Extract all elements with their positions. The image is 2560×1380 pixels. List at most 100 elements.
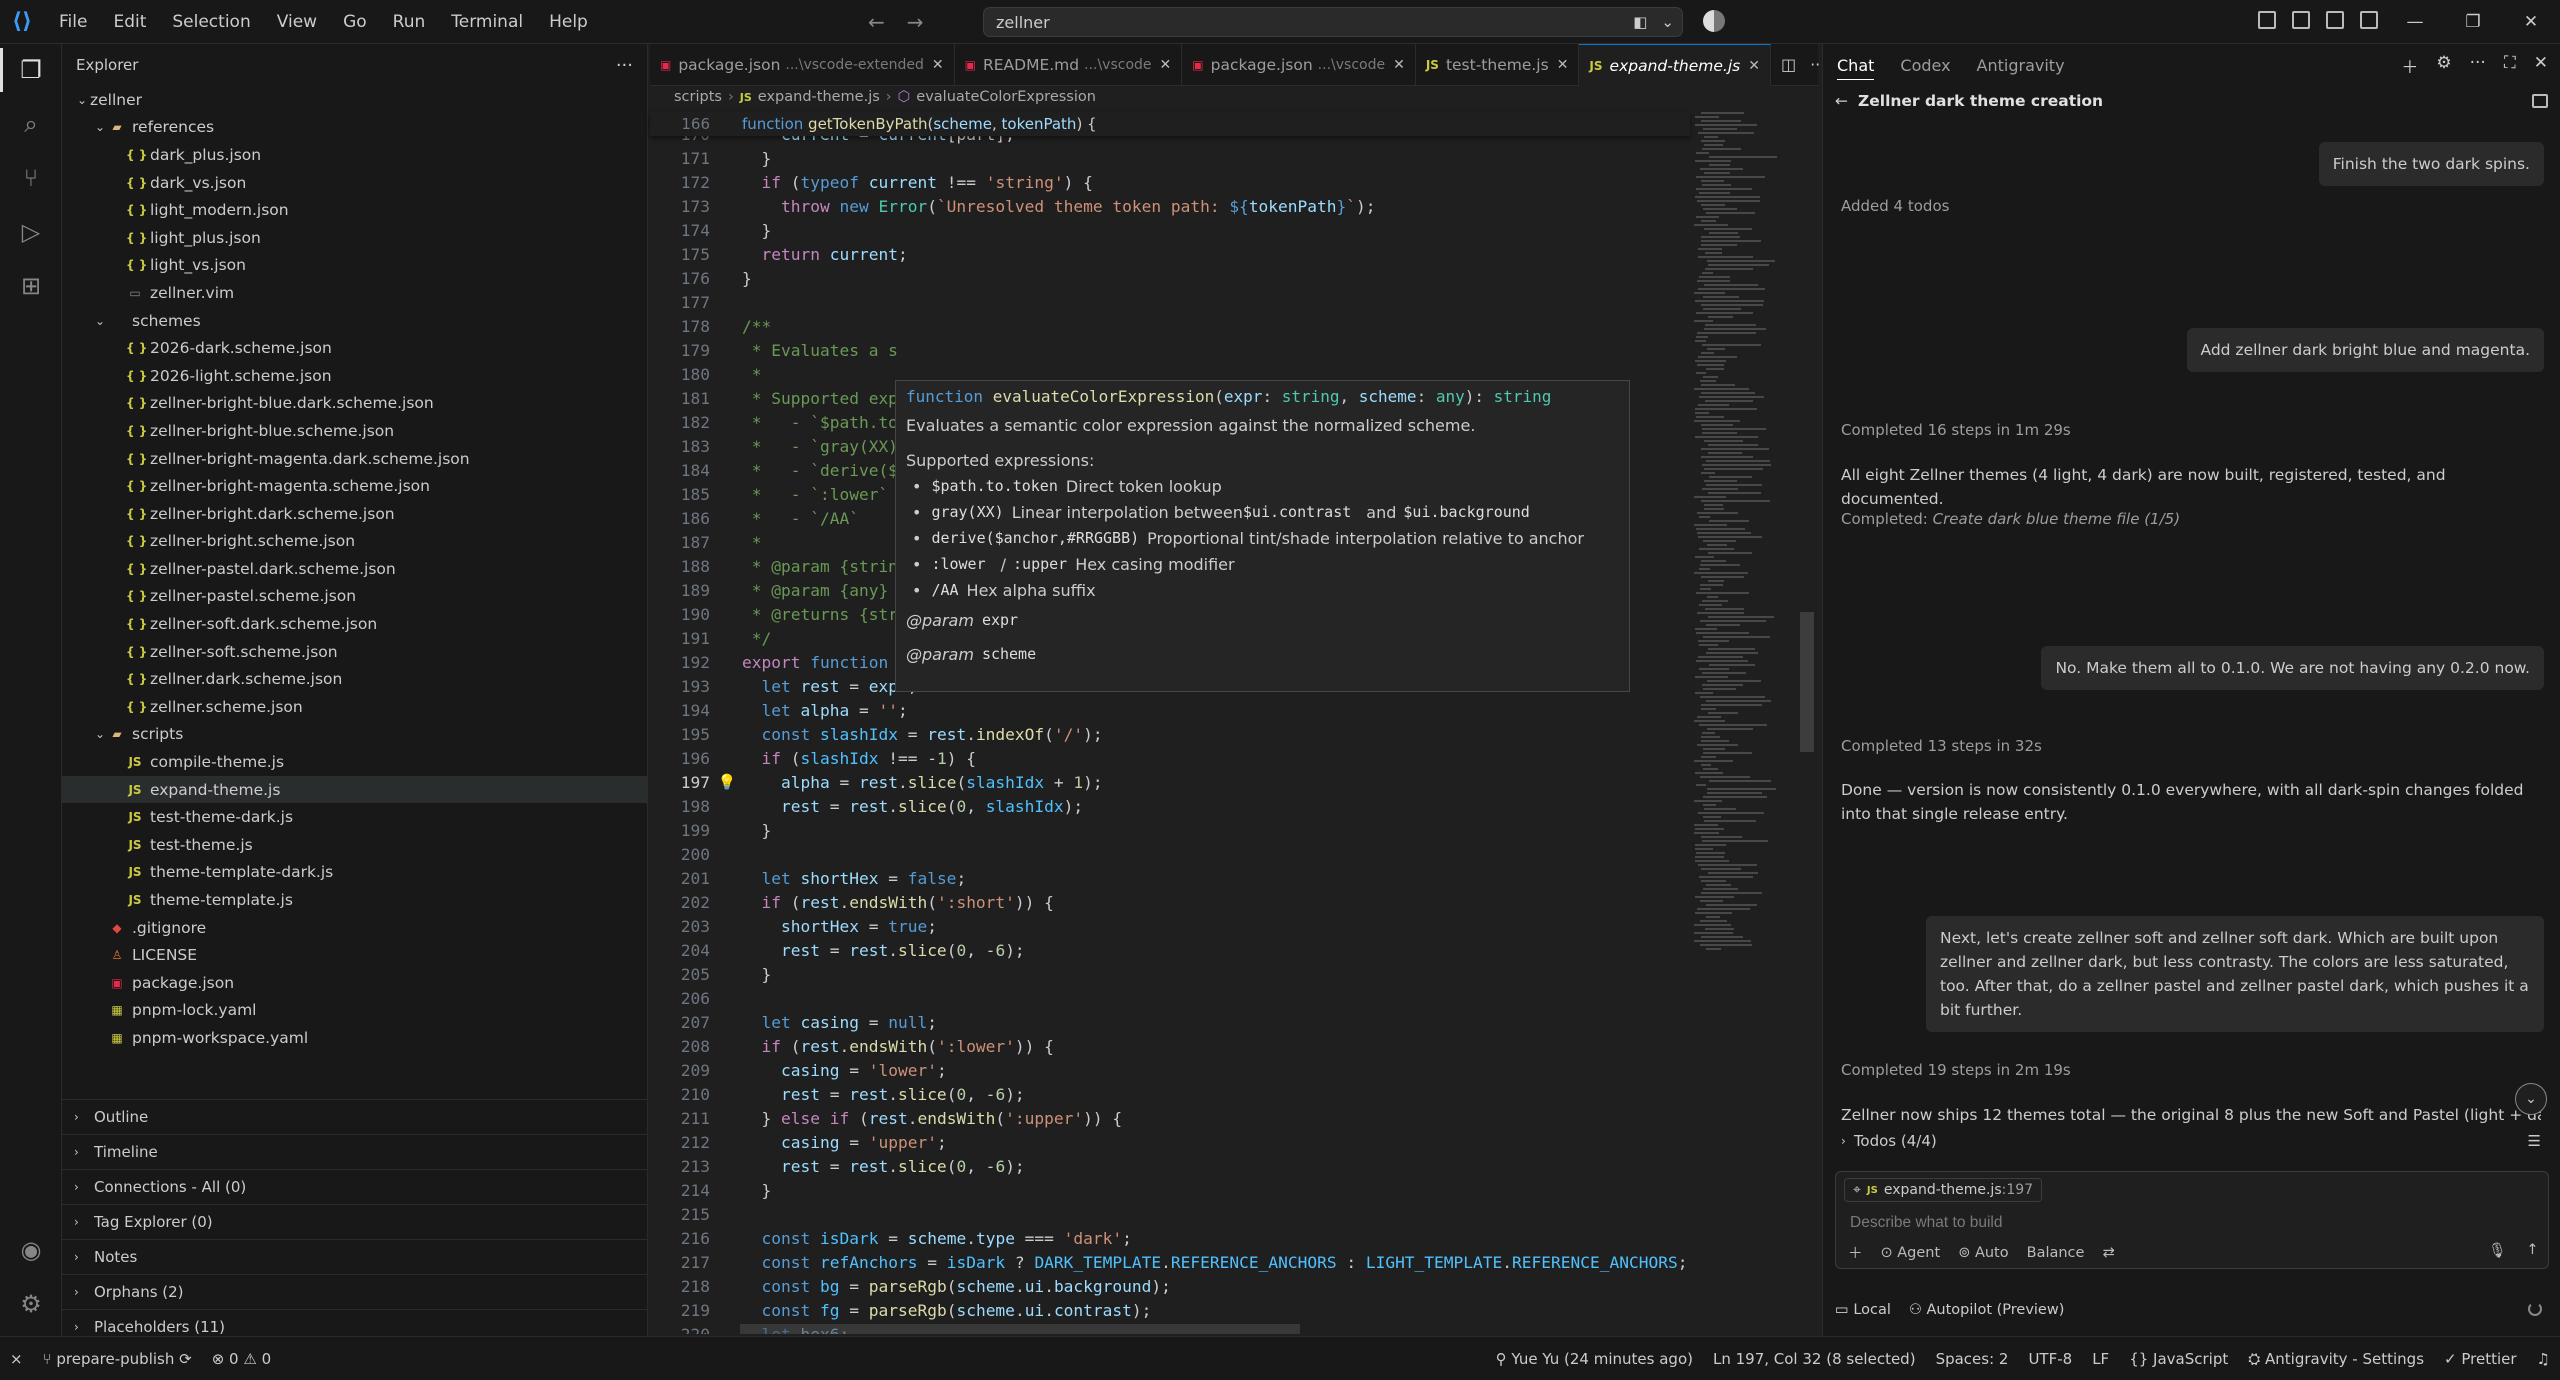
code-line[interactable]: 211 } else if (rest.endsWith(':upper')) … — [650, 1106, 1690, 1130]
more-actions-icon[interactable]: ··· — [616, 55, 633, 76]
back-arrow-icon[interactable]: ← — [1835, 92, 1848, 110]
tree-file[interactable]: ▭ zellner.vim — [62, 279, 647, 307]
forward-arrow-icon[interactable]: → — [907, 10, 924, 34]
section-tag-explorer-0[interactable]: › Tag Explorer (0) — [62, 1204, 648, 1239]
tree-file[interactable]: { } dark_vs.json — [62, 169, 647, 197]
section-connections-all-0[interactable]: › Connections - All (0) — [62, 1169, 648, 1204]
tree-file[interactable]: { } light_modern.json — [62, 196, 647, 224]
close-chat-icon[interactable]: ✕ — [2534, 53, 2548, 78]
code-line[interactable]: 198 rest = rest.slice(0, slashIdx); — [650, 794, 1690, 818]
tab-chat[interactable]: Chat — [1837, 56, 1875, 80]
command-center[interactable]: zellner ◧ ⌄ — [983, 7, 1683, 37]
breadcrumb-item[interactable]: scripts — [674, 89, 722, 105]
git-branch[interactable]: ⑂ prepare-publish ⟳ — [33, 1350, 202, 1368]
problems-count[interactable]: ⊗ 0 ⚠ 0 — [202, 1350, 281, 1368]
code-line[interactable]: 214 } — [650, 1178, 1690, 1202]
git-blame[interactable]: ⚲ Yue Yu (24 minutes ago) — [1486, 1350, 1703, 1368]
code-line[interactable]: 216 const isDark = scheme.type === 'dark… — [650, 1226, 1690, 1250]
code-line[interactable]: 207 let casing = null; — [650, 1010, 1690, 1034]
tree-file[interactable]: JS compile-theme.js — [62, 748, 647, 776]
settings-link[interactable]: ⛭ Antigravity - Settings — [2238, 1350, 2434, 1368]
code-line[interactable]: 205 } — [650, 962, 1690, 986]
local-target[interactable]: ▭ Local — [1835, 1302, 1891, 1318]
code-line[interactable]: 173 throw new Error(`Unresolved theme to… — [650, 194, 1690, 218]
tree-file[interactable]: { } zellner-pastel.dark.scheme.json — [62, 555, 647, 583]
accounts-icon[interactable]: ◉ — [15, 1234, 47, 1266]
toggle-panel-icon[interactable] — [2326, 11, 2344, 29]
code-line[interactable]: 215 — [650, 1202, 1690, 1226]
tree-folder[interactable]: ⌄ ▰ references — [62, 114, 647, 142]
close-tab-icon[interactable]: ✕ — [1393, 57, 1405, 73]
tree-file[interactable]: JS test-theme-dark.js — [62, 803, 647, 831]
tree-file[interactable]: { } zellner-bright-blue.dark.scheme.json — [62, 390, 647, 418]
clear-list-icon[interactable]: ☰ — [2528, 1132, 2541, 1150]
tree-file[interactable]: ♙ LICENSE — [62, 941, 647, 969]
section-timeline[interactable]: › Timeline — [62, 1134, 648, 1169]
model-picker[interactable]: ⊚ Auto — [1958, 1245, 2008, 1261]
todos-header[interactable]: › Todos (4/4) ☰ — [1835, 1126, 2549, 1156]
code-area[interactable]: 170 current = current[part];171 }172 if … — [650, 112, 1690, 1335]
menu-item-file[interactable]: File — [48, 6, 98, 38]
maximize-icon[interactable]: ⛶ — [2504, 53, 2516, 78]
add-context-icon[interactable]: ＋ — [1848, 1242, 1863, 1263]
agent-mode-picker[interactable]: ⊙ Agent — [1881, 1245, 1941, 1261]
code-line[interactable]: 219 const fg = parseRgb(scheme.ui.contra… — [650, 1298, 1690, 1322]
context-file-chip[interactable]: ⌖ JS expand-theme.js:197 — [1844, 1178, 2043, 1202]
sticky-scroll-line[interactable]: 166 function getTokenByPath(scheme, token… — [650, 112, 1690, 136]
scroll-down-icon[interactable]: ⌄ — [2515, 1083, 2547, 1115]
cursor-position[interactable]: Ln 197, Col 32 (8 selected) — [1703, 1350, 1926, 1368]
code-line[interactable]: 208 if (rest.endsWith(':lower')) { — [650, 1034, 1690, 1058]
code-line[interactable]: 194 let alpha = ''; — [650, 698, 1690, 722]
code-line[interactable]: 172 if (typeof current !== 'string') { — [650, 170, 1690, 194]
code-line[interactable]: 202 if (rest.endsWith(':short')) { — [650, 890, 1690, 914]
code-line[interactable]: 200 — [650, 842, 1690, 866]
close-tab-icon[interactable]: ✕ — [1160, 57, 1172, 73]
tree-file[interactable]: ◆ .gitignore — [62, 914, 647, 942]
minimap[interactable] — [1690, 112, 1810, 1322]
restore-icon[interactable]: ❐ — [2444, 0, 2502, 44]
indentation[interactable]: Spaces: 2 — [1926, 1350, 2019, 1368]
tab-expand-theme-js[interactable]: JS expand-theme.js ✕ — [1579, 44, 1771, 86]
tree-file[interactable]: { } zellner.scheme.json — [62, 693, 647, 721]
source-control-icon[interactable]: ⑂ — [15, 162, 47, 194]
microphone-icon[interactable]: 🎙 — [2488, 1242, 2506, 1259]
effort-picker[interactable]: Balance — [2027, 1245, 2085, 1261]
tree-file[interactable]: { } zellner-bright-blue.scheme.json — [62, 417, 647, 445]
copilot-icon[interactable] — [1703, 10, 1725, 32]
tree-file[interactable]: { } 2026-dark.scheme.json — [62, 334, 647, 362]
tree-folder[interactable]: ⌄ schemes — [62, 307, 647, 335]
code-line[interactable]: 177 — [650, 290, 1690, 314]
tree-file[interactable]: JS theme-template.js — [62, 886, 647, 914]
code-line[interactable]: 217 const refAnchors = isDark ? DARK_TEM… — [650, 1250, 1690, 1274]
close-tab-icon[interactable]: ✕ — [1557, 57, 1569, 73]
code-line[interactable]: 178 /** — [650, 314, 1690, 338]
vertical-scrollbar[interactable] — [1800, 612, 1814, 752]
run-debug-icon[interactable]: ▷ — [15, 216, 47, 248]
tree-file[interactable]: { } light_plus.json — [62, 224, 647, 252]
tree-file[interactable]: JS test-theme.js — [62, 831, 647, 859]
tree-folder[interactable]: ⌄ ▰ scripts — [62, 721, 647, 749]
extensions-icon[interactable]: ⊞ — [15, 270, 47, 302]
tab-test-theme-js[interactable]: JS test-theme.js ✕ — [1416, 44, 1580, 86]
search-icon[interactable]: ⌕ — [15, 108, 47, 140]
tab-package-json[interactable]: ▣ package.json ...\vscode ✕ — [1182, 44, 1416, 86]
back-arrow-icon[interactable]: ← — [868, 10, 885, 34]
section-orphans-2[interactable]: › Orphans (2) — [62, 1274, 648, 1309]
code-line[interactable]: 176} — [650, 266, 1690, 290]
tree-file[interactable]: ▦ pnpm-workspace.yaml — [62, 1024, 647, 1052]
tree-file[interactable]: JS theme-template-dark.js — [62, 859, 647, 887]
settings-gear-icon[interactable]: ⚙ — [15, 1288, 47, 1320]
code-line[interactable]: 199 } — [650, 818, 1690, 842]
tools-icon[interactable]: ⇄ — [2102, 1245, 2114, 1261]
steps-summary[interactable]: Completed 16 steps in 1m 29s — [1841, 418, 2541, 442]
tree-file[interactable]: { } zellner-bright.dark.scheme.json — [62, 500, 647, 528]
send-arrow-icon[interactable]: ↑ — [2526, 1242, 2538, 1259]
encoding[interactable]: UTF-8 — [2018, 1350, 2082, 1368]
menu-item-selection[interactable]: Selection — [161, 6, 261, 38]
tree-file[interactable]: { } zellner.dark.scheme.json — [62, 665, 647, 693]
code-line[interactable]: 171 } — [650, 146, 1690, 170]
explorer-icon[interactable]: ❐ — [0, 48, 47, 92]
tree-file[interactable]: { } zellner-soft.dark.scheme.json — [62, 610, 647, 638]
close-tab-icon[interactable]: ✕ — [1748, 58, 1760, 74]
breadcrumb-item[interactable]: expand-theme.js — [758, 89, 880, 105]
